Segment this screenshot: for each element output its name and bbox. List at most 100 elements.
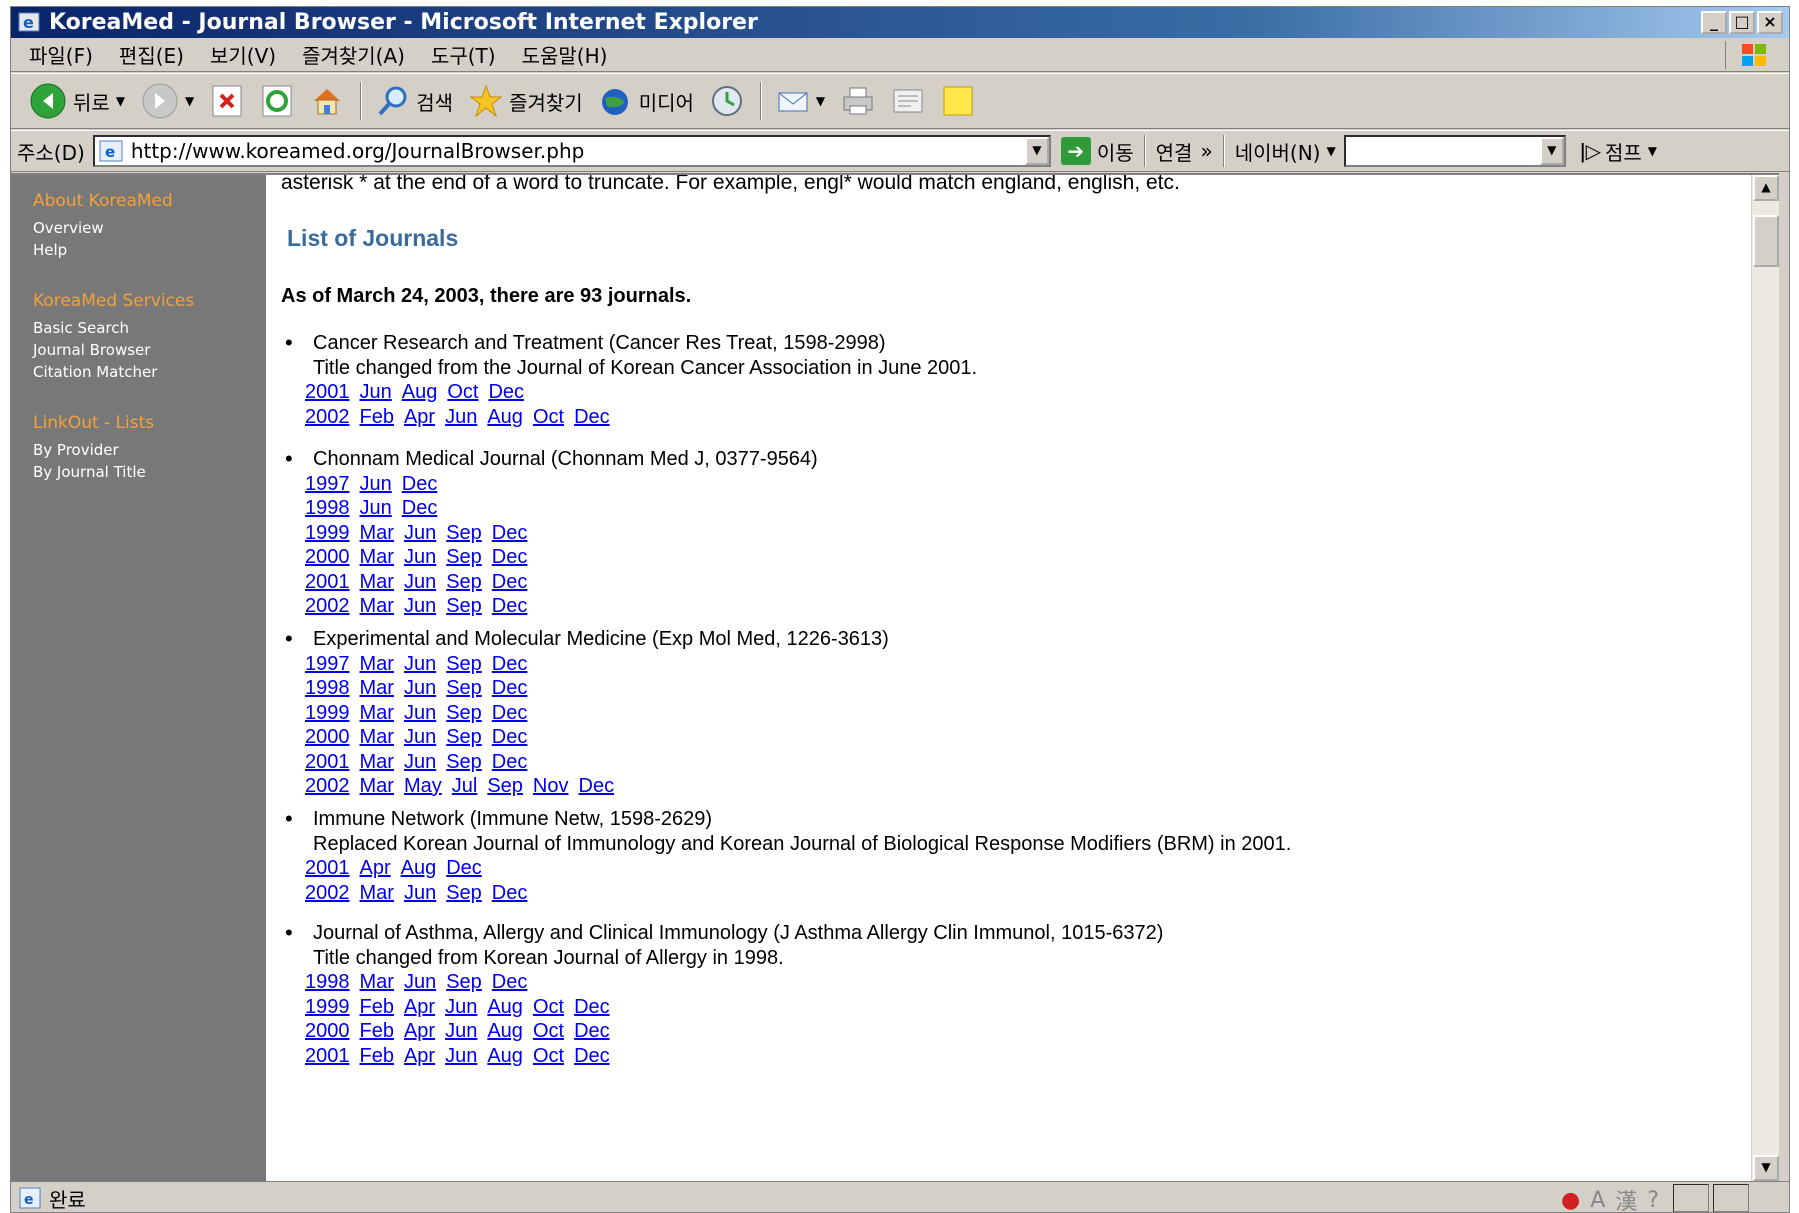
issue-month-link[interactable]: Apr — [360, 857, 391, 879]
issue-month-link[interactable]: Sep — [446, 882, 482, 904]
mail-button[interactable]: ▼ — [776, 84, 825, 118]
mail-dropdown-icon[interactable]: ▼ — [816, 94, 825, 108]
year-link[interactable]: 1999 — [305, 996, 350, 1018]
year-link[interactable]: 2001 — [305, 857, 350, 879]
issue-month-link[interactable]: Dec — [492, 546, 528, 568]
edit-button[interactable] — [891, 84, 925, 118]
jump-label[interactable]: 점프 — [1605, 137, 1642, 166]
issue-month-link[interactable]: Dec — [492, 751, 528, 773]
issue-month-link[interactable]: Sep — [446, 751, 482, 773]
issue-month-link[interactable]: Jul — [452, 775, 478, 797]
issue-month-link[interactable]: Aug — [401, 857, 437, 879]
issue-month-link[interactable]: Dec — [492, 882, 528, 904]
issue-month-link[interactable]: Mar — [360, 882, 394, 904]
issue-month-link[interactable]: Sep — [446, 571, 482, 593]
issue-month-link[interactable]: Oct — [533, 1020, 564, 1042]
issue-month-link[interactable]: Sep — [446, 546, 482, 568]
issue-month-link[interactable]: Dec — [492, 971, 528, 993]
issue-month-link[interactable]: Oct — [533, 996, 564, 1018]
title-bar[interactable]: e KoreaMed - Journal Browser - Microsoft… — [11, 7, 1789, 38]
sidebar-link-by-provider[interactable]: By Provider — [11, 439, 266, 461]
sidebar-link-basic-search[interactable]: Basic Search — [11, 317, 266, 339]
issue-month-link[interactable]: Sep — [446, 726, 482, 748]
menu-view[interactable]: 보기(V) — [210, 40, 276, 69]
jump-icon[interactable]: ǀ▷ — [1580, 139, 1601, 163]
issue-month-link[interactable]: Dec — [492, 677, 528, 699]
minimize-button[interactable]: _ — [1701, 11, 1727, 34]
issue-month-link[interactable]: Jun — [404, 751, 436, 773]
ime-letter-icon[interactable]: A — [1590, 1188, 1605, 1213]
issue-month-link[interactable]: Jun — [445, 996, 477, 1018]
issue-month-link[interactable]: Sep — [446, 971, 482, 993]
issue-month-link[interactable]: Dec — [579, 775, 615, 797]
naver-search-input[interactable]: ▼ — [1343, 135, 1566, 167]
year-link[interactable]: 2001 — [305, 751, 350, 773]
issue-month-link[interactable]: Aug — [487, 1020, 523, 1042]
menu-file[interactable]: 파일(F) — [29, 40, 93, 69]
issue-month-link[interactable]: Jun — [404, 971, 436, 993]
sidebar-heading[interactable]: LinkOut - Lists — [11, 413, 266, 433]
stop-button[interactable] — [210, 84, 244, 118]
issue-month-link[interactable]: Dec — [402, 473, 438, 495]
year-link[interactable]: 1999 — [305, 702, 350, 724]
menu-favorites[interactable]: 즐겨찾기(A) — [302, 40, 405, 69]
year-link[interactable]: 2001 — [305, 1045, 350, 1067]
issue-month-link[interactable]: Sep — [446, 522, 482, 544]
issue-month-link[interactable]: Sep — [446, 677, 482, 699]
issue-month-link[interactable]: Feb — [360, 1020, 394, 1042]
issue-month-link[interactable]: Jun — [404, 522, 436, 544]
issue-month-link[interactable]: Apr — [404, 1045, 435, 1067]
issue-month-link[interactable]: Aug — [487, 996, 523, 1018]
issue-month-link[interactable]: Apr — [404, 406, 435, 428]
issue-month-link[interactable]: Dec — [446, 857, 482, 879]
ime-korean-icon[interactable]: ● — [1561, 1188, 1580, 1213]
issue-month-link[interactable]: Dec — [574, 1045, 610, 1067]
issue-month-link[interactable]: Dec — [492, 522, 528, 544]
refresh-button[interactable] — [260, 84, 294, 118]
ime-help-icon[interactable]: ? — [1647, 1188, 1659, 1213]
year-link[interactable]: 1999 — [305, 522, 350, 544]
year-link[interactable]: 1998 — [305, 971, 350, 993]
vertical-scrollbar[interactable]: ▲ ▼ — [1751, 175, 1779, 1181]
issue-month-link[interactable]: Jun — [404, 595, 436, 617]
year-link[interactable]: 1997 — [305, 653, 350, 675]
scroll-up-icon[interactable]: ▲ — [1753, 175, 1779, 201]
go-button[interactable]: ➔ 이동 — [1060, 137, 1134, 166]
issue-month-link[interactable]: Feb — [360, 406, 394, 428]
issue-month-link[interactable]: Jun — [445, 1020, 477, 1042]
issue-month-link[interactable]: Feb — [360, 1045, 394, 1067]
year-link[interactable]: 2002 — [305, 595, 350, 617]
year-link[interactable]: 1997 — [305, 473, 350, 495]
issue-month-link[interactable]: Feb — [360, 996, 394, 1018]
year-link[interactable]: 2002 — [305, 406, 350, 428]
year-link[interactable]: 2000 — [305, 1020, 350, 1042]
issue-month-link[interactable]: Jun — [404, 882, 436, 904]
menu-tools[interactable]: 도구(T) — [431, 40, 496, 69]
search-button[interactable]: 검색 — [376, 84, 453, 118]
history-button[interactable] — [710, 84, 744, 118]
issue-month-link[interactable]: Jun — [445, 406, 477, 428]
issue-month-link[interactable]: Mar — [360, 702, 394, 724]
issue-month-link[interactable]: Jun — [360, 497, 392, 519]
year-link[interactable]: 2000 — [305, 546, 350, 568]
issue-month-link[interactable]: Oct — [447, 381, 478, 403]
issue-month-link[interactable]: Jun — [360, 473, 392, 495]
issue-month-link[interactable]: Mar — [360, 595, 394, 617]
issue-month-link[interactable]: Dec — [574, 1020, 610, 1042]
sidebar-link-citation-matcher[interactable]: Citation Matcher — [11, 361, 266, 383]
year-link[interactable]: 2002 — [305, 882, 350, 904]
issue-month-link[interactable]: Dec — [402, 497, 438, 519]
maximize-button[interactable]: □ — [1729, 11, 1755, 34]
sidebar-link-help[interactable]: Help — [11, 239, 266, 261]
issue-month-link[interactable]: Mar — [360, 971, 394, 993]
issue-month-link[interactable]: Mar — [360, 653, 394, 675]
sidebar-link-overview[interactable]: Overview — [11, 217, 266, 239]
issue-month-link[interactable]: Dec — [492, 702, 528, 724]
back-dropdown-icon[interactable]: ▼ — [116, 94, 125, 108]
issue-month-link[interactable]: Mar — [360, 775, 394, 797]
messenger-button[interactable] — [941, 84, 975, 118]
issue-month-link[interactable]: Aug — [487, 406, 523, 428]
issue-month-link[interactable]: Dec — [492, 571, 528, 593]
address-dropdown-icon[interactable]: ▼ — [1024, 137, 1049, 165]
issue-month-link[interactable]: Jun — [360, 381, 392, 403]
